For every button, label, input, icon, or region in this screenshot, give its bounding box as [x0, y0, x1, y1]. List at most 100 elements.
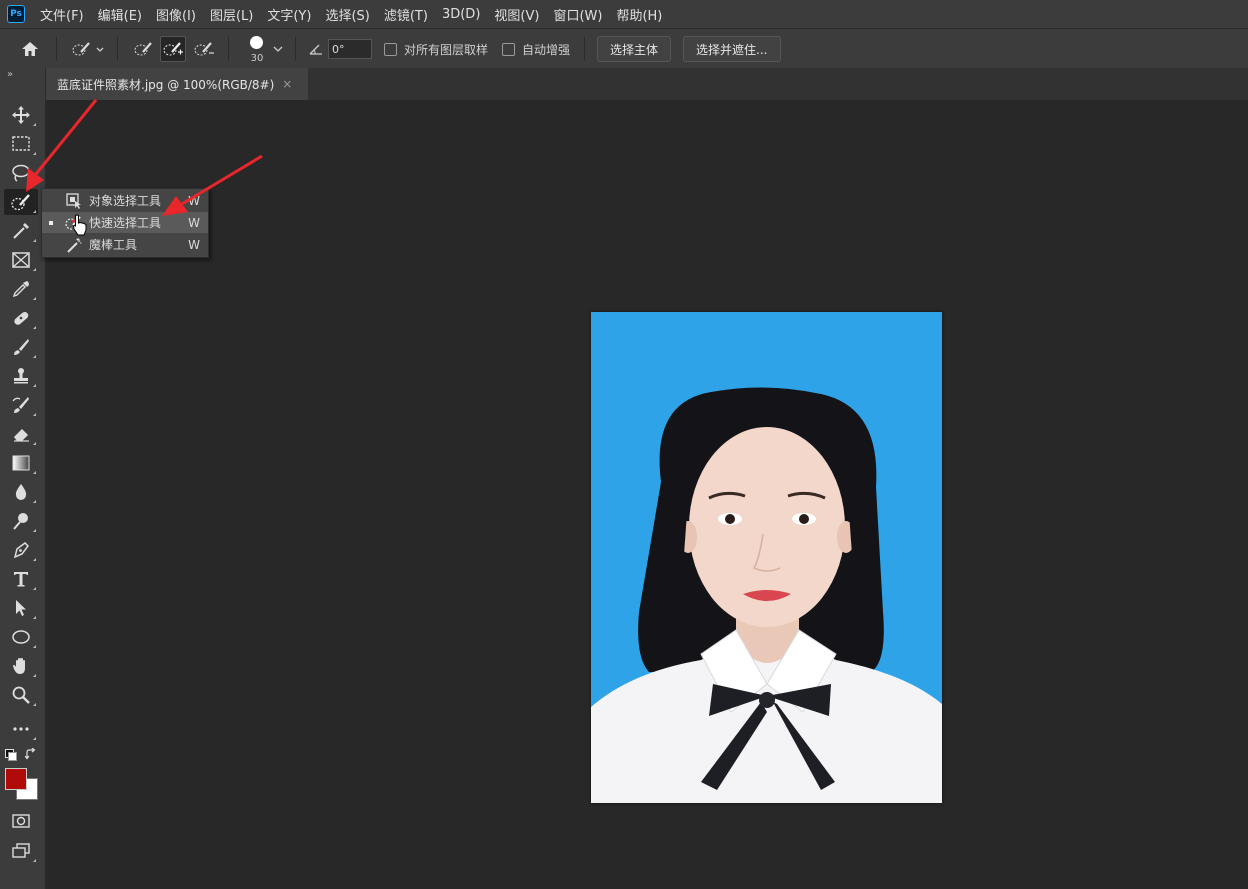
- menu-view[interactable]: 视图(V): [494, 5, 539, 24]
- ellipse-icon: [12, 630, 30, 644]
- magic-wand-icon: [65, 236, 83, 253]
- selected-bullet-icon: [49, 220, 53, 225]
- hand-tool[interactable]: [4, 653, 38, 679]
- document-image[interactable]: [591, 312, 942, 803]
- options-bar: 30 0° 对所有图层取样 自动增强 选择主体 选择并遮住...: [0, 28, 1248, 69]
- zoom-tool[interactable]: [4, 682, 38, 708]
- angle-icon: [309, 44, 322, 55]
- close-icon[interactable]: ×: [282, 77, 292, 91]
- frame-tool[interactable]: [4, 247, 38, 273]
- menu-help[interactable]: 帮助(H): [616, 5, 662, 24]
- lasso-tool[interactable]: [4, 160, 38, 186]
- selection-tools-flyout: 对象选择工具 W 快速选择工具 W 魔棒工具 W: [41, 188, 209, 258]
- quick-selection-icon: [11, 194, 30, 211]
- flyout-item-shortcut: W: [188, 237, 200, 252]
- blur-tool[interactable]: [4, 479, 38, 505]
- foreground-color-swatch[interactable]: [5, 768, 27, 790]
- quick-selection-tool[interactable]: [4, 189, 38, 215]
- eyedropper-crop-icon: [13, 223, 29, 239]
- menu-window[interactable]: 窗口(W): [553, 5, 602, 24]
- brush-tool[interactable]: [4, 334, 38, 360]
- select-and-mask-button[interactable]: 选择并遮住...: [683, 36, 781, 62]
- eyedropper-icon: [12, 281, 29, 298]
- flyout-item-shortcut: W: [188, 193, 200, 208]
- menu-edit[interactable]: 编辑(E): [98, 5, 142, 24]
- flyout-item-shortcut: W: [188, 215, 200, 230]
- photoshop-logo-icon: Ps: [7, 5, 25, 23]
- quick-mask-button[interactable]: [4, 808, 38, 834]
- screen-mode-button[interactable]: [4, 838, 38, 864]
- healing-brush-tool[interactable]: [4, 305, 38, 331]
- home-icon[interactable]: [18, 37, 42, 61]
- menu-bar: Ps 文件(F) 编辑(E) 图像(I) 图层(L) 文字(Y) 选择(S) 滤…: [0, 0, 1248, 28]
- type-icon: [14, 572, 28, 587]
- stamp-icon: [14, 368, 28, 384]
- flyout-item-magic-wand[interactable]: 魔棒工具 W: [42, 234, 208, 255]
- gradient-tool[interactable]: [4, 450, 38, 476]
- shape-tool[interactable]: [4, 624, 38, 650]
- screen-mode-icon: [12, 843, 30, 858]
- flyout-item-object-selection[interactable]: 对象选择工具 W: [42, 190, 208, 211]
- tools-panel: »: [0, 68, 46, 889]
- gradient-icon: [12, 455, 30, 471]
- eyedropper-tool[interactable]: [4, 276, 38, 302]
- menu-layer[interactable]: 图层(L): [210, 5, 253, 24]
- clone-stamp-tool[interactable]: [4, 363, 38, 389]
- mouse-cursor-icon: [72, 214, 87, 236]
- history-brush-icon: [12, 397, 29, 413]
- new-selection-button[interactable]: [132, 37, 156, 61]
- menu-select[interactable]: 选择(S): [325, 5, 369, 24]
- rectangular-marquee-icon: [12, 136, 30, 151]
- eraser-tool[interactable]: [4, 421, 38, 447]
- dodge-icon: [13, 513, 28, 530]
- swap-colors-icon[interactable]: [25, 748, 37, 760]
- move-tool[interactable]: [4, 102, 38, 128]
- subtract-from-selection-button[interactable]: [192, 37, 216, 61]
- dodge-tool[interactable]: [4, 508, 38, 534]
- menu-3d[interactable]: 3D(D): [442, 7, 480, 22]
- quick-mask-icon: [12, 814, 30, 828]
- select-subject-button[interactable]: 选择主体: [597, 36, 672, 62]
- tool-preset-picker[interactable]: [71, 37, 105, 61]
- document-tab-title: 蓝底证件照素材.jpg @ 100%(RGB/8#): [57, 77, 275, 92]
- arrow-pointer-icon: [16, 600, 26, 616]
- drop-icon: [15, 484, 27, 500]
- angle-input[interactable]: 0°: [328, 39, 372, 59]
- new-selection-icon: [134, 42, 152, 56]
- default-colors-icon[interactable]: [5, 749, 17, 761]
- object-selection-icon: [65, 192, 83, 209]
- hand-icon: [13, 658, 25, 674]
- flyout-item-quick-selection[interactable]: 快速选择工具 W: [42, 212, 208, 233]
- menu-image[interactable]: 图像(I): [156, 5, 196, 24]
- sample-all-layers-checkbox[interactable]: [384, 42, 397, 56]
- menu-filter[interactable]: 滤镜(T): [384, 5, 428, 24]
- type-tool[interactable]: [4, 566, 38, 592]
- divider: [56, 37, 57, 61]
- divider: [584, 37, 586, 61]
- history-brush-tool[interactable]: [4, 392, 38, 418]
- frame-icon: [12, 252, 30, 268]
- quick-selection-preset-icon: [72, 42, 104, 56]
- auto-enhance-checkbox[interactable]: [502, 42, 516, 56]
- document-tab[interactable]: 蓝底证件照素材.jpg @ 100%(RGB/8#) ×: [46, 68, 308, 100]
- marquee-tool[interactable]: [4, 131, 38, 157]
- brush-tip-icon: [250, 36, 263, 49]
- menu-file[interactable]: 文件(F): [40, 5, 84, 24]
- collapse-panel-icon[interactable]: »: [7, 69, 13, 80]
- flyout-item-label: 对象选择工具: [89, 194, 162, 208]
- chevron-down-icon[interactable]: [273, 44, 283, 54]
- auto-enhance-label: 自动增强: [522, 42, 571, 57]
- menu-type[interactable]: 文字(Y): [267, 5, 311, 24]
- brush-size-picker[interactable]: 30: [245, 32, 269, 66]
- pen-tool[interactable]: [4, 537, 38, 563]
- divider: [228, 37, 229, 61]
- zoom-icon: [12, 686, 30, 704]
- edit-toolbar-button[interactable]: [4, 716, 38, 742]
- add-to-selection-button[interactable]: [160, 36, 186, 62]
- divider: [295, 37, 296, 61]
- document-tabs: 蓝底证件照素材.jpg @ 100%(RGB/8#) ×: [46, 68, 1248, 100]
- flyout-item-label: 魔棒工具: [89, 238, 138, 252]
- path-selection-tool[interactable]: [4, 595, 38, 621]
- divider: [117, 37, 118, 61]
- crop-tool[interactable]: [4, 218, 38, 244]
